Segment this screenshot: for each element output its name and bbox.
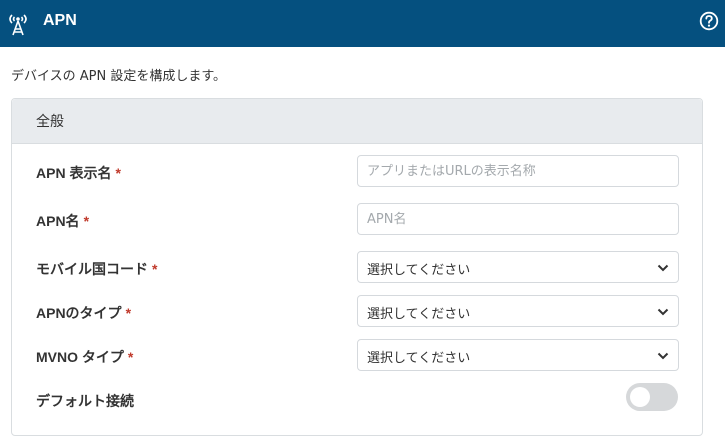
app-header: APN — [0, 0, 725, 47]
mvno-type-row: MVNO タイプ * 選択してください — [12, 339, 702, 373]
required-mark: * — [125, 305, 132, 321]
page-description: デバイスの APN 設定を構成します。 — [11, 69, 227, 84]
default-connection-label: デフォルト接続 — [36, 393, 134, 409]
apn-display-name-input[interactable] — [357, 155, 679, 187]
chevron-down-icon — [657, 352, 669, 360]
apn-display-name-label: APN 表示名 * — [36, 165, 121, 181]
apn-name-input[interactable] — [357, 203, 679, 235]
select-value: 選択してください — [367, 263, 471, 278]
mobile-country-code-label: モバイル国コード * — [36, 261, 158, 277]
section-header: 全般 — [12, 99, 702, 144]
antenna-icon — [9, 14, 27, 36]
select-value: 選択してください — [367, 351, 471, 366]
mvno-type-label: MVNO タイプ * — [36, 349, 134, 365]
section-title: 全般 — [36, 114, 64, 130]
apn-type-select[interactable]: 選択してください — [357, 295, 679, 327]
required-mark: * — [115, 165, 121, 181]
mobile-country-code-select[interactable]: 選択してください — [357, 251, 679, 283]
apn-type-row: APNのタイプ * 選択してください — [12, 295, 702, 329]
apn-name-label: APN名 * — [36, 213, 90, 229]
default-connection-toggle[interactable] — [626, 383, 678, 411]
required-mark: * — [152, 261, 158, 277]
general-settings-panel: 全般 APN 表示名* APN名* モバイル国コード* 選択してください APN… — [11, 98, 703, 436]
apn-display-name-row: APN 表示名 * — [12, 155, 702, 189]
required-mark: * — [83, 213, 90, 229]
apn-name-row: APN名 * — [12, 203, 702, 237]
page-title: APN — [43, 12, 77, 29]
default-connection-row: デフォルト接続 — [12, 383, 702, 417]
apn-type-label: APNのタイプ * — [36, 305, 132, 321]
help-icon[interactable] — [699, 11, 719, 31]
toggle-knob — [630, 387, 650, 407]
chevron-down-icon — [657, 308, 669, 316]
mobile-country-code-row: モバイル国コード * 選択してください — [12, 251, 702, 285]
chevron-down-icon — [657, 264, 669, 272]
select-value: 選択してください — [367, 307, 471, 322]
required-mark: * — [127, 349, 134, 365]
mvno-type-select[interactable]: 選択してください — [357, 339, 679, 371]
